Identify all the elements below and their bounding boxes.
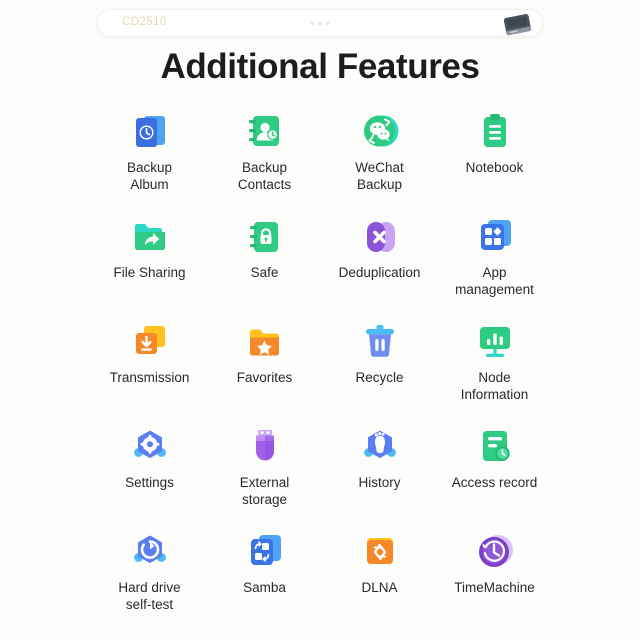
feature-backup-album[interactable]: Backup Album (92, 106, 207, 211)
feature-favorites[interactable]: Favorites (207, 316, 322, 421)
feature-history[interactable]: History (322, 421, 437, 526)
transmission-icon (124, 316, 176, 368)
feature-notebook[interactable]: Notebook (437, 106, 552, 211)
feature-label: Samba (243, 580, 286, 595)
feature-label: App management (455, 265, 534, 297)
external-ssd-icon (493, 7, 541, 43)
safe-icon (239, 211, 291, 263)
node-information-icon (469, 316, 521, 368)
feature-deduplication[interactable]: Deduplication (322, 211, 437, 316)
feature-label: Safe (250, 265, 279, 280)
feature-label: History (358, 475, 401, 490)
device-status-dots (310, 21, 330, 25)
feature-label: Backup Contacts (237, 160, 292, 192)
feature-label: Notebook (465, 160, 524, 175)
wechat-backup-icon (354, 106, 406, 158)
samba-icon (239, 526, 291, 578)
feature-file-sharing[interactable]: File Sharing (92, 211, 207, 316)
feature-recycle[interactable]: Recycle (322, 316, 437, 421)
hard-drive-self-test-icon (124, 526, 176, 578)
dlna-icon (354, 526, 406, 578)
feature-grid: Backup Album Backup Contacts WeChat Back… (92, 106, 552, 631)
timemachine-icon (469, 526, 521, 578)
backup-album-icon (124, 106, 176, 158)
feature-label: Node Information (460, 370, 529, 402)
notebook-icon (469, 106, 521, 158)
file-sharing-icon (124, 211, 176, 263)
feature-label: External storage (239, 475, 290, 507)
feature-dlna[interactable]: DLNA (322, 526, 437, 631)
access-record-icon (469, 421, 521, 473)
settings-icon (124, 421, 176, 473)
recycle-icon (354, 316, 406, 368)
feature-external-storage[interactable]: External storage (207, 421, 322, 526)
device-name-label: CD2510 (122, 16, 167, 28)
feature-timemachine[interactable]: TimeMachine (437, 526, 552, 631)
feature-node-information[interactable]: Node Information (437, 316, 552, 421)
feature-label: Recycle (355, 370, 404, 385)
backup-contacts-icon (239, 106, 291, 158)
external-storage-icon (239, 421, 291, 473)
history-icon (354, 421, 406, 473)
feature-label: TimeMachine (454, 580, 535, 595)
feature-label: WeChat Backup (355, 160, 404, 192)
feature-safe[interactable]: Safe (207, 211, 322, 316)
feature-label: Settings (125, 475, 174, 490)
feature-settings[interactable]: Settings (92, 421, 207, 526)
device-bar[interactable]: CD2510 (97, 9, 543, 37)
feature-label: Transmission (109, 370, 190, 385)
page-title: Additional Features (160, 47, 480, 86)
feature-access-record[interactable]: Access record (437, 421, 552, 526)
feature-wechat-backup[interactable]: WeChat Backup (322, 106, 437, 211)
feature-label: DLNA (361, 580, 398, 595)
feature-samba[interactable]: Samba (207, 526, 322, 631)
feature-label: Access record (451, 475, 538, 490)
feature-backup-contacts[interactable]: Backup Contacts (207, 106, 322, 211)
app-management-icon (469, 211, 521, 263)
feature-label: Favorites (236, 370, 293, 385)
feature-app-management[interactable]: App management (437, 211, 552, 316)
feature-transmission[interactable]: Transmission (92, 316, 207, 421)
feature-label: Hard drive self-test (118, 580, 181, 612)
feature-hard-drive-self-test[interactable]: Hard drive self-test (92, 526, 207, 631)
feature-label: File Sharing (113, 265, 186, 280)
favorites-icon (239, 316, 291, 368)
feature-label: Deduplication (338, 265, 421, 280)
feature-label: Backup Album (126, 160, 173, 192)
deduplication-icon (354, 211, 406, 263)
